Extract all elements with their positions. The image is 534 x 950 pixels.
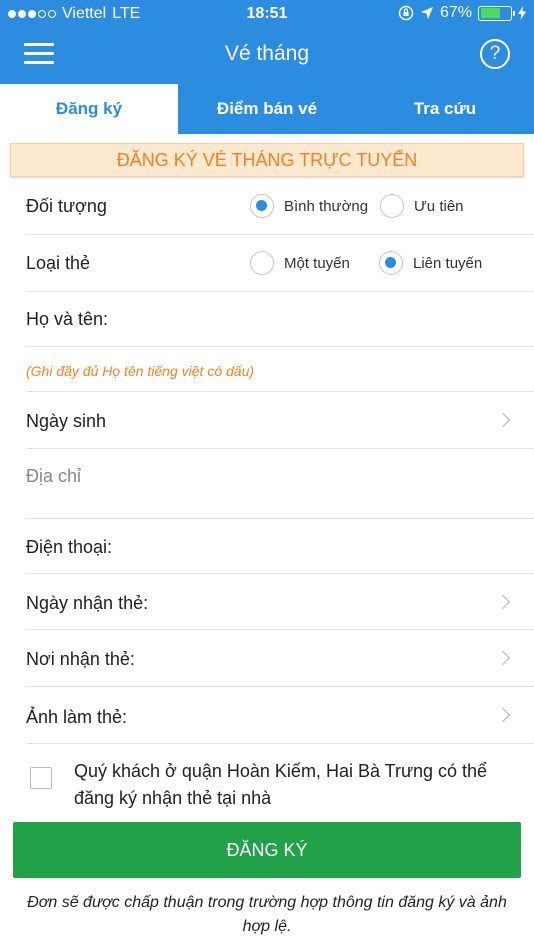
status-right: 67% — [398, 4, 526, 22]
radio-uu-tien[interactable] — [380, 194, 404, 218]
home-delivery-checkbox[interactable] — [30, 767, 52, 789]
full-name-label: Họ và tên: — [26, 309, 109, 329]
chevron-right-icon — [495, 707, 511, 723]
doi-tuong-option-uu-tien[interactable]: Ưu tiên — [380, 194, 464, 218]
loai-the-option-lien-tuyen[interactable]: Liên tuyến — [379, 251, 482, 275]
page-title: Vé tháng — [224, 42, 310, 65]
chevron-right-icon — [495, 412, 511, 428]
card-photo-field[interactable]: Ảnh làm thẻ: — [26, 687, 534, 744]
tab-bar: Đăng ký Điểm bán vé Tra cứu — [0, 84, 534, 134]
radio-mot-tuyen-label: Một tuyến — [284, 254, 350, 272]
radio-lien-tuyen[interactable] — [379, 251, 403, 275]
battery-percent: 67% — [439, 4, 472, 21]
phone-label: Điện thoại: — [26, 537, 113, 557]
doi-tuong-label: Đối tượng — [26, 196, 107, 216]
loai-the-option-mot-tuyen[interactable]: Một tuyến — [250, 251, 350, 275]
card-receive-place-label: Nơi nhận thẻ: — [26, 649, 135, 669]
help-icon[interactable]: ? — [480, 39, 510, 69]
radio-lien-tuyen-label: Liên tuyến — [413, 254, 483, 272]
location-arrow-icon — [420, 7, 433, 19]
register-button[interactable]: ĐĂNG KÝ — [13, 822, 521, 878]
nav-bar: Vé tháng ? — [0, 28, 534, 84]
radio-binh-thuong-label: Bình thường — [284, 197, 369, 215]
full-name-field[interactable]: Họ và tên: — [26, 292, 534, 347]
footer-note: Đơn sẽ được chấp thuận trong trường hợp … — [27, 894, 507, 935]
address-placeholder: Địa chỉ — [26, 466, 82, 486]
doi-tuong-option-binh-thuong[interactable]: Bình thường — [250, 194, 368, 218]
row-loai-the: Loại thẻ Một tuyến Liên tuyến — [26, 235, 534, 292]
battery-icon — [478, 5, 515, 21]
loai-the-label: Loại thẻ — [26, 253, 91, 273]
chevron-right-icon — [495, 594, 511, 610]
card-receive-date-field[interactable]: Ngày nhận thẻ: — [26, 574, 534, 630]
birth-date-label: Ngày sinh — [26, 411, 107, 431]
hint-row — [26, 347, 534, 392]
chevron-right-icon — [495, 650, 511, 666]
radio-uu-tien-label: Ưu tiên — [414, 197, 464, 215]
charging-bolt-icon — [518, 6, 526, 20]
card-receive-date-label: Ngày nhận thẻ: — [26, 593, 149, 613]
radio-mot-tuyen[interactable] — [250, 251, 274, 275]
tab-diem-ban-ve[interactable]: Điểm bán vé — [178, 84, 356, 134]
orientation-lock-icon — [398, 5, 414, 21]
status-bar: Viettel LTE 18:51 67% — [0, 0, 534, 28]
birth-date-field[interactable]: Ngày sinh — [26, 392, 534, 449]
row-doi-tuong: Đối tượng Bình thường Ưu tiên — [26, 178, 534, 235]
tab-tra-cuu[interactable]: Tra cứu — [356, 84, 534, 134]
card-photo-label: Ảnh làm thẻ: — [26, 707, 128, 727]
card-receive-place-field[interactable]: Nơi nhận thẻ: — [26, 630, 534, 687]
home-delivery-text: Quý khách ở quận Hoàn Kiếm, Hai Bà Trưng… — [74, 761, 488, 808]
address-field[interactable] — [26, 449, 534, 519]
tab-dang-ky[interactable]: Đăng ký — [0, 84, 178, 134]
top-bar: Viettel LTE 18:51 67% Vé tháng ? — [0, 0, 534, 84]
form-banner: ĐĂNG KÝ VÉ THÁNG TRỰC TUYẾN — [10, 143, 524, 177]
phone-field[interactable]: Điện thoại: — [26, 519, 534, 574]
radio-binh-thuong[interactable] — [250, 194, 274, 218]
